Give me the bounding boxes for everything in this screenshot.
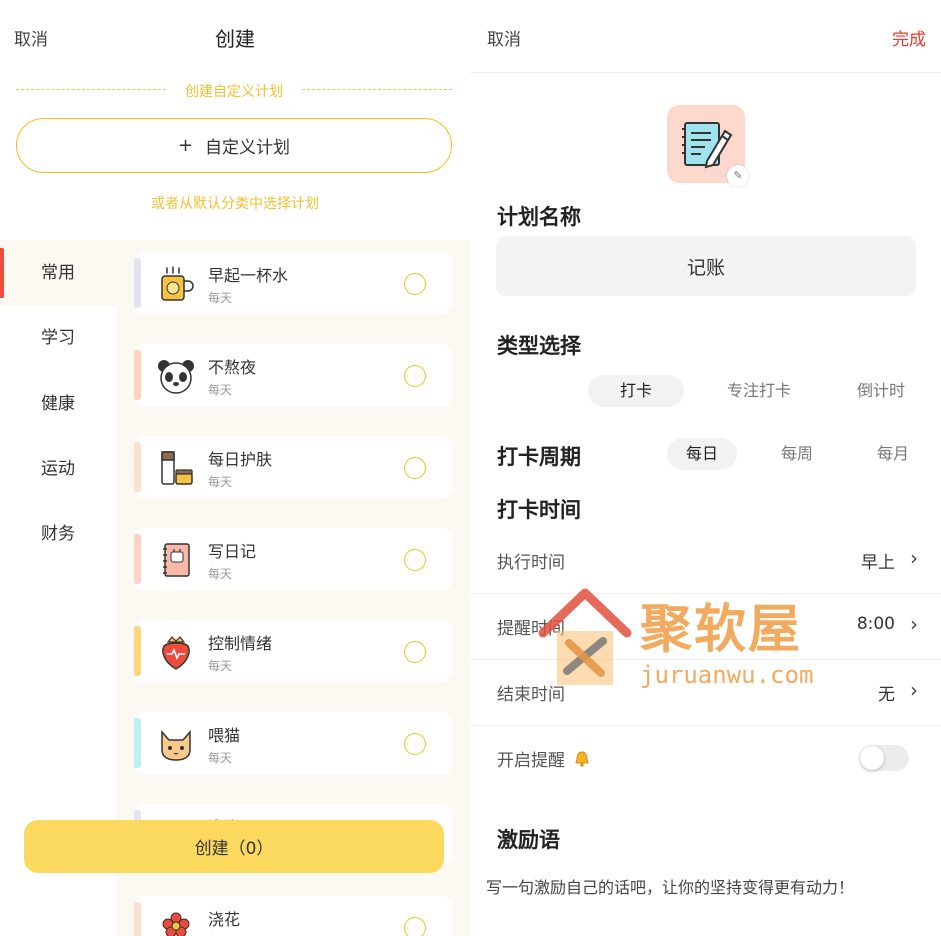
plan-name: 不熬夜: [208, 358, 257, 377]
done-button[interactable]: 完成: [892, 25, 926, 50]
custom-plan-divider: 创建自定义计划: [16, 78, 452, 102]
cycle-option-daily[interactable]: 每日: [667, 438, 737, 470]
divider-line-right: [302, 89, 452, 90]
watermark: 聚软屋 juruanwu.com: [535, 585, 835, 695]
cancel-button[interactable]: 取消: [487, 25, 521, 50]
create-button[interactable]: 创建（0）: [24, 820, 444, 873]
plan-name: 写日记: [208, 542, 257, 561]
toggle-knob: [860, 746, 884, 770]
plan-frequency: 每天: [208, 383, 233, 397]
reminder-label-text: 开启提醒: [497, 751, 565, 771]
row-label: 执行时间: [497, 553, 565, 573]
cycle-option-monthly[interactable]: 每月: [858, 438, 928, 470]
row-value: 无: [878, 685, 895, 705]
plan-frequency: 每天: [208, 475, 233, 489]
plan-item[interactable]: 早起一杯水 每天: [134, 252, 452, 314]
cycle-option-weekly[interactable]: 每周: [762, 438, 832, 470]
plan-select-radio[interactable]: [404, 733, 426, 755]
plan-select-radio[interactable]: [404, 273, 426, 295]
plan-item[interactable]: 每日护肤 每天: [134, 436, 452, 498]
header-divider: [470, 72, 941, 73]
plan-select-radio[interactable]: [404, 457, 426, 479]
plan-color-bar: [134, 534, 141, 584]
chevron-right-icon: ›: [910, 612, 918, 636]
reminder-toggle[interactable]: [859, 745, 909, 771]
plan-item[interactable]: 写日记 每天: [134, 528, 452, 590]
plan-color-bar: [134, 258, 141, 308]
chevron-right-icon: ›: [910, 678, 918, 702]
strawberry-icon: [162, 636, 190, 670]
plan-name: 浇花: [208, 910, 241, 929]
plan-color-bar: [134, 902, 141, 936]
chevron-right-icon: ›: [910, 546, 918, 570]
plan-frequency: 每天: [208, 567, 233, 581]
row-value: 早上: [861, 553, 895, 573]
custom-plan-label: 自定义计划: [205, 138, 291, 158]
plan-color-bar: [134, 626, 141, 676]
plan-color-bar: [134, 350, 141, 400]
divider-label: 创建自定义计划: [185, 84, 283, 100]
plan-select-radio[interactable]: [404, 917, 426, 936]
type-heading: 类型选择: [497, 334, 581, 358]
plan-item[interactable]: 不熬夜 每天: [134, 344, 452, 406]
plan-item[interactable]: 喂猫 每天: [134, 712, 452, 774]
plan-name-heading: 计划名称: [497, 205, 581, 229]
plan-item[interactable]: 浇花 每天: [134, 896, 452, 936]
house-tools-logo: [538, 588, 632, 685]
time-heading: 打卡时间: [497, 498, 581, 522]
panda-icon: [158, 360, 194, 394]
edit-icon[interactable]: ✎: [727, 165, 749, 187]
custom-plan-button[interactable]: + 自定义计划: [16, 118, 452, 173]
plan-edit-panel: 取消 完成 ✎ 计划名称 记账 类型选择 打卡 专注打卡 倒计时 打卡周期 每日…: [470, 0, 941, 936]
bell-icon: [575, 751, 590, 767]
plan-select-radio[interactable]: [404, 641, 426, 663]
plan-select-radio[interactable]: [404, 549, 426, 571]
watermark-title: 聚软屋: [640, 600, 803, 660]
plan-name: 喂猫: [208, 726, 241, 745]
category-item-sports[interactable]: 运动: [0, 436, 116, 502]
plan-frequency: 每天: [208, 659, 233, 673]
motto-heading: 激励语: [497, 828, 560, 852]
plan-frequency: 每天: [208, 291, 233, 305]
plan-frequency: 每天: [208, 751, 233, 765]
type-option-focus-checkin[interactable]: 专注打卡: [710, 375, 808, 407]
plan-color-bar: [134, 718, 141, 768]
category-item-common[interactable]: 常用: [0, 240, 116, 306]
cycle-heading: 打卡周期: [497, 445, 581, 469]
type-option-countdown[interactable]: 倒计时: [840, 375, 922, 407]
create-panel: 取消 创建 创建自定义计划 + 自定义计划 或者从默认分类中选择计划 常用 学习…: [0, 0, 470, 936]
type-option-checkin[interactable]: 打卡: [588, 375, 684, 407]
reminder-label: 开启提醒: [497, 746, 591, 771]
motto-input[interactable]: 写一句激励自己的话吧，让你的坚持变得更有动力！: [486, 874, 854, 898]
row-value: 8:00: [856, 614, 895, 634]
page-title: 创建: [215, 27, 255, 51]
plan-name: 每日护肤: [208, 450, 273, 469]
plan-name: 早起一杯水: [208, 266, 289, 285]
plan-name-input[interactable]: 记账: [496, 236, 916, 296]
plan-color-bar: [134, 442, 141, 492]
category-item-finance[interactable]: 财务: [0, 501, 116, 567]
category-item-study[interactable]: 学习: [0, 305, 116, 371]
plan-select-radio[interactable]: [404, 365, 426, 387]
skincare-icon: [161, 451, 193, 485]
diary-icon: [163, 543, 190, 577]
plus-icon: +: [177, 135, 194, 156]
create-header: 取消 创建: [0, 0, 470, 72]
mug-icon: [161, 266, 194, 301]
category-item-health[interactable]: 健康: [0, 371, 116, 437]
watermark-url: juruanwu.com: [640, 661, 814, 689]
plan-name: 控制情绪: [208, 634, 273, 653]
flower-icon: [162, 912, 190, 936]
plan-item[interactable]: 控制情绪 每天: [134, 620, 452, 682]
choose-default-hint: 或者从默认分类中选择计划: [151, 196, 319, 212]
cat-icon: [161, 730, 191, 761]
